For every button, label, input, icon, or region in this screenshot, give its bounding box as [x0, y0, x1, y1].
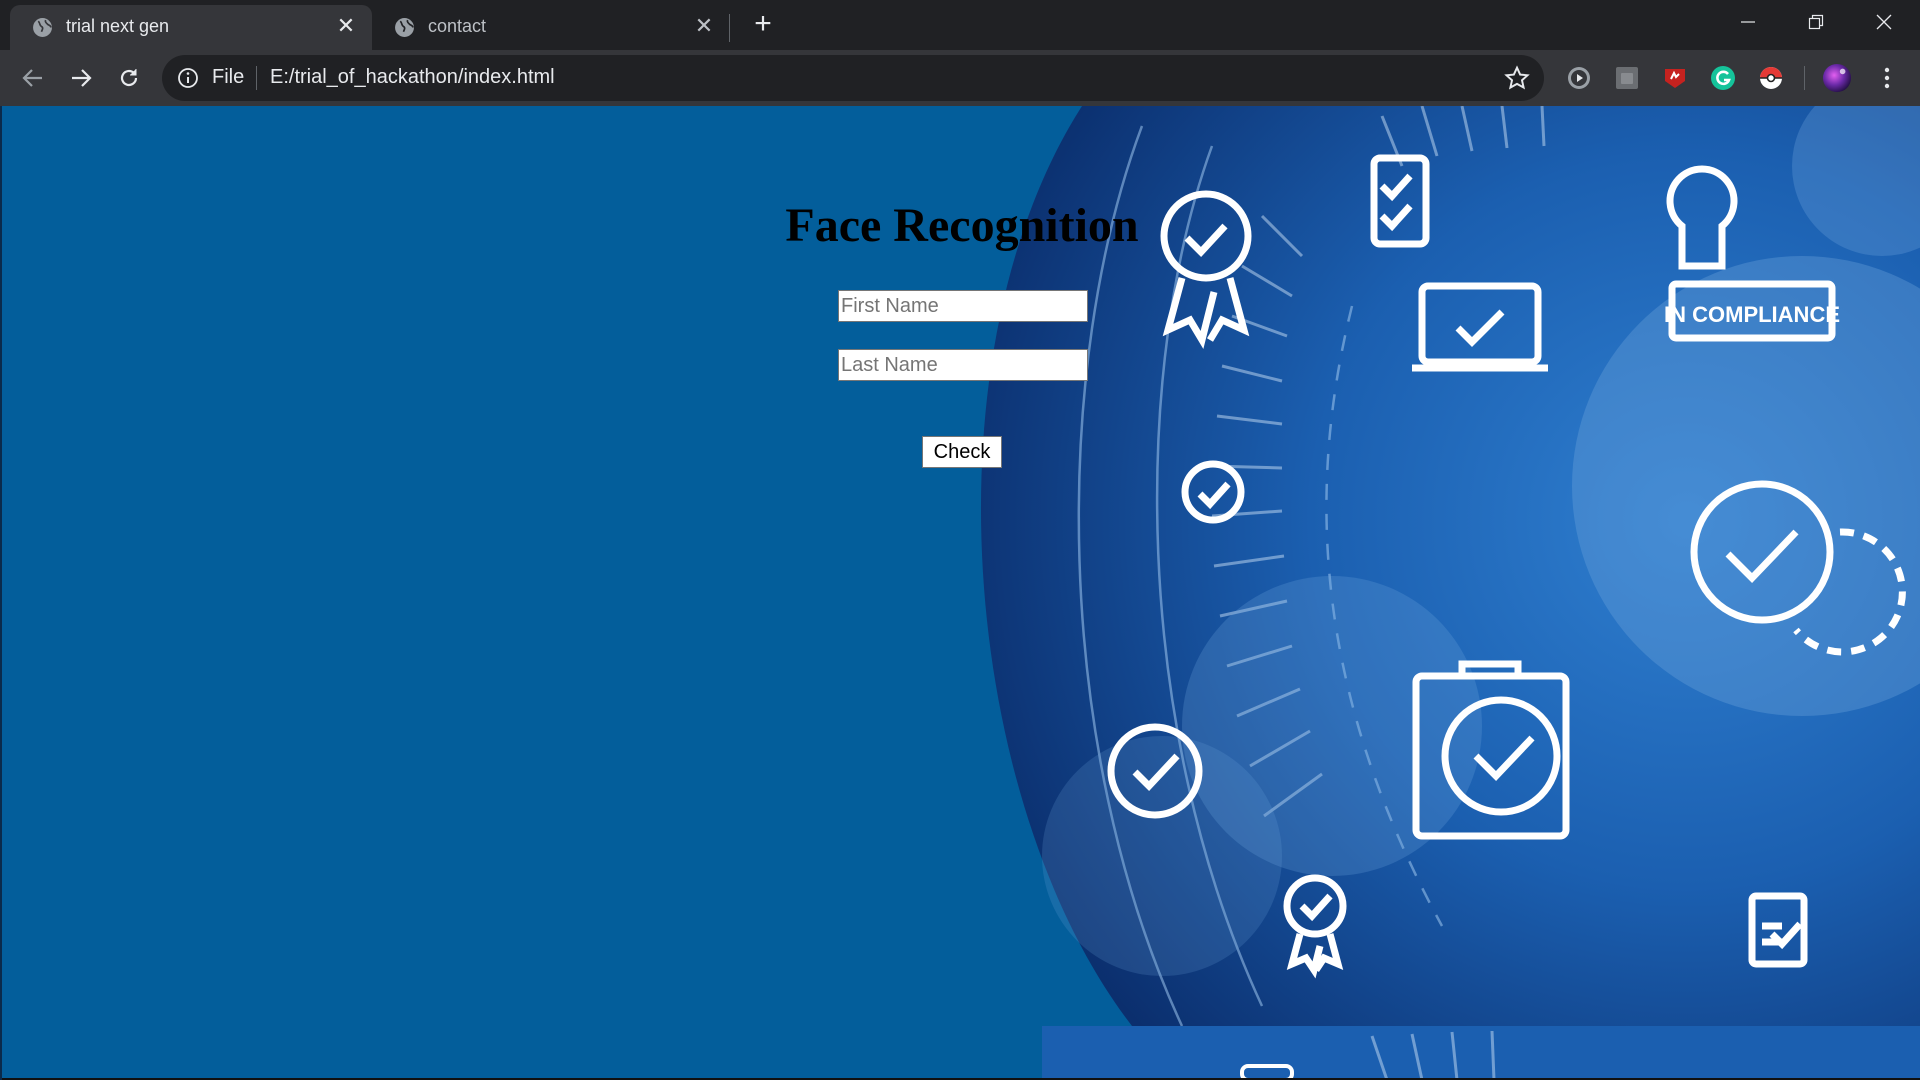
back-button[interactable] — [16, 61, 50, 95]
play-extension-icon[interactable] — [1564, 63, 1594, 93]
page-viewport: IN COMPLIANCE Face Recognition Check — [0, 106, 1920, 1080]
last-name-field[interactable] — [838, 349, 1088, 381]
tab-contact[interactable]: contact ✕ — [372, 5, 730, 50]
globe-icon — [33, 18, 52, 37]
tab-title: contact — [428, 16, 487, 36]
toolbar: File E:/trial_of_hackathon/index.html — [0, 50, 1920, 106]
minimize-button[interactable] — [1714, 0, 1782, 44]
close-icon[interactable]: ✕ — [334, 13, 358, 38]
square-extension-icon[interactable] — [1612, 63, 1642, 93]
avatar[interactable] — [1822, 63, 1852, 93]
reload-icon — [120, 69, 138, 87]
tab-strip: trial next gen ✕ contact ✕ + — [0, 0, 1920, 50]
address-bar[interactable]: File E:/trial_of_hackathon/index.html — [162, 55, 1544, 101]
close-window-button[interactable] — [1850, 0, 1918, 44]
restore-icon — [1808, 14, 1824, 30]
scheme-label: File — [212, 66, 245, 88]
kebab-menu-icon[interactable] — [1872, 63, 1902, 93]
grammarly-icon[interactable] — [1708, 63, 1738, 93]
compliance-background-image-repeat — [1042, 1026, 1920, 1080]
minimize-icon — [1741, 21, 1755, 23]
new-tab-button[interactable]: + — [748, 7, 778, 40]
red-extension-icon[interactable] — [1660, 63, 1690, 93]
tab-trial-next-gen[interactable]: trial next gen ✕ — [10, 5, 372, 50]
page-title: Face Recognition — [785, 199, 1139, 252]
first-name-field[interactable] — [838, 290, 1088, 322]
tab-title: trial next gen — [66, 16, 170, 36]
url-text[interactable]: E:/trial_of_hackathon/index.html — [270, 66, 555, 89]
close-icon — [1876, 14, 1892, 30]
star-icon[interactable] — [1504, 65, 1530, 91]
reload-button[interactable] — [112, 61, 146, 95]
arrow-left-icon — [22, 69, 42, 87]
close-icon[interactable]: ✕ — [692, 13, 716, 38]
omnibox-separator — [256, 66, 257, 90]
arrow-right-icon — [72, 69, 92, 87]
pokeball-extension-icon[interactable] — [1756, 63, 1786, 93]
browser-chrome: trial next gen ✕ contact ✕ + File E:/tri… — [0, 0, 1920, 106]
globe-icon — [395, 18, 414, 37]
toolbar-separator — [1804, 66, 1805, 90]
compliance-stamp-text: IN COMPLIANCE — [1664, 302, 1840, 327]
restore-button[interactable] — [1782, 0, 1850, 44]
tab-separator — [729, 14, 730, 42]
info-icon[interactable] — [177, 67, 199, 89]
check-button[interactable]: Check — [922, 436, 1002, 468]
forward-button[interactable] — [64, 61, 98, 95]
